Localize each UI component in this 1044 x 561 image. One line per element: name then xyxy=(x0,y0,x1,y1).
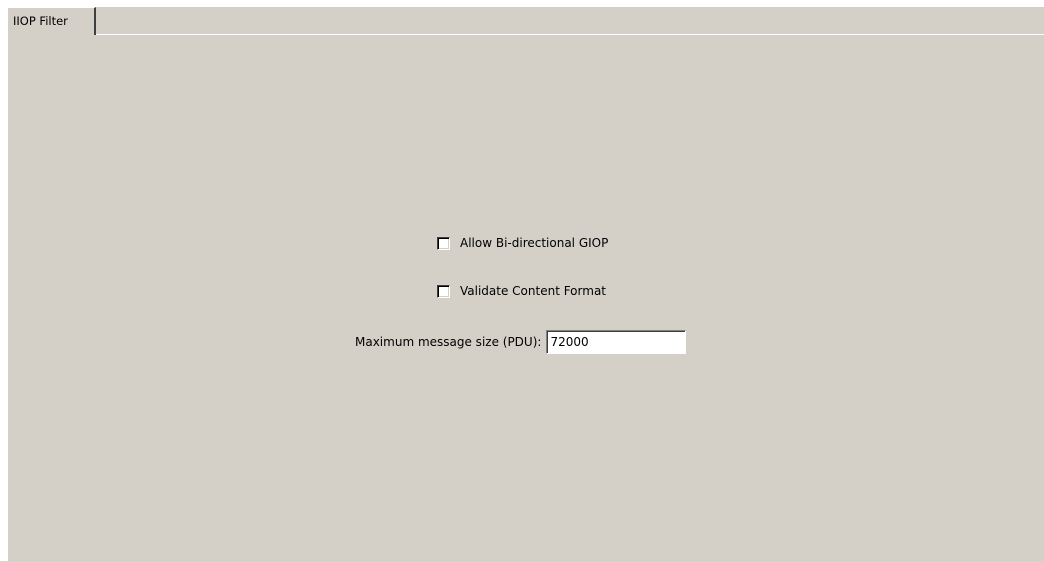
allow-bidirectional-giop-option[interactable]: Allow Bi-directional GIOP xyxy=(437,236,608,250)
max-message-size-label: Maximum message size (PDU): xyxy=(355,335,542,349)
max-message-size-input[interactable]: 72000 xyxy=(546,330,687,354)
tab-strip: IIOP Filter xyxy=(8,7,1044,35)
max-message-size-row: Maximum message size (PDU): 72000 xyxy=(355,330,687,354)
tab-label: IIOP Filter xyxy=(13,14,68,28)
validate-content-format-label[interactable]: Validate Content Format xyxy=(460,284,606,298)
validate-content-format-checkbox[interactable] xyxy=(437,284,450,298)
allow-bidirectional-giop-checkbox[interactable] xyxy=(437,236,450,250)
tab-iiop-filter[interactable]: IIOP Filter xyxy=(8,7,96,35)
validate-content-format-option[interactable]: Validate Content Format xyxy=(437,284,606,298)
allow-bidirectional-giop-label[interactable]: Allow Bi-directional GIOP xyxy=(460,236,608,250)
iiop-filter-panel: IIOP Filter Allow Bi-directional GIOP Va… xyxy=(8,7,1044,561)
tab-divider-line xyxy=(96,34,1044,35)
